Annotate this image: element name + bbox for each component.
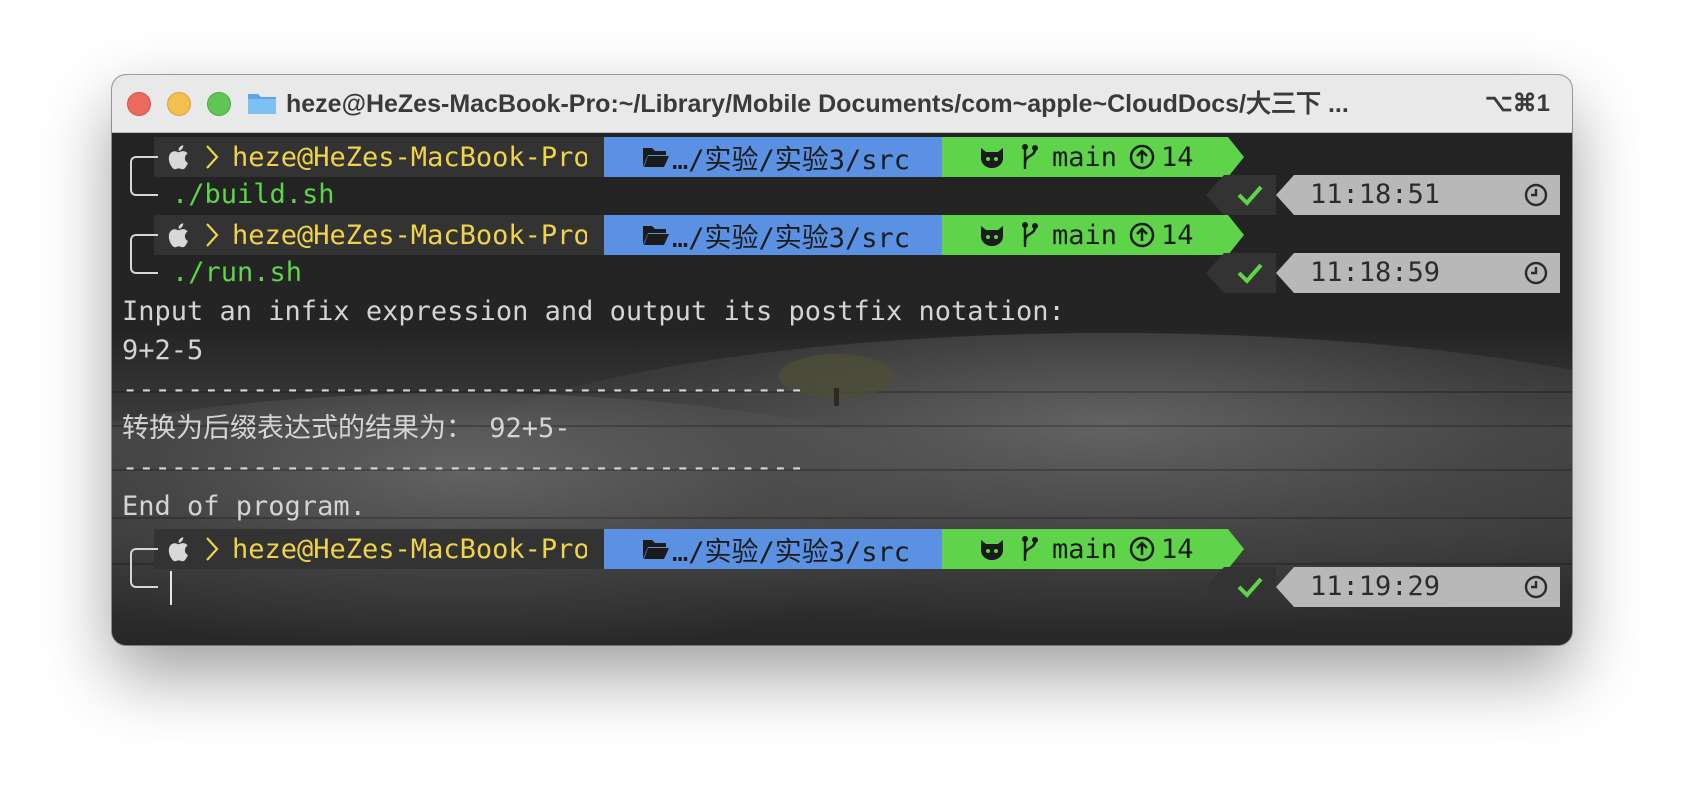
command-time: 11:18:59 xyxy=(1310,257,1441,288)
check-icon xyxy=(1237,185,1263,206)
apple-icon xyxy=(168,223,188,248)
separator-line: ----------------------------------------… xyxy=(122,452,805,483)
prompt-path: …/实验/实验3/src xyxy=(672,144,911,176)
segment-separator xyxy=(1276,175,1294,215)
prompt-branch: main xyxy=(1052,533,1118,565)
arrow-up-circle-icon xyxy=(1129,144,1155,170)
output-line: Input an infix expression and output its… xyxy=(122,296,1065,327)
prompt-corner xyxy=(130,156,158,196)
github-icon xyxy=(981,540,1003,560)
git-branch-icon xyxy=(1022,222,1038,247)
chevron-right-icon xyxy=(206,145,219,169)
prompt-ahead-count: 14 xyxy=(1161,141,1194,173)
git-segment: main 14 xyxy=(942,529,1228,569)
apple-icon xyxy=(168,145,188,170)
output-line: End of program. xyxy=(122,491,366,522)
arrow-up-circle-icon xyxy=(1129,536,1155,562)
arrow-up-circle-icon xyxy=(1129,222,1155,248)
host-segment: heze@HeZes-MacBook-Pro xyxy=(154,137,604,177)
command-text: ./run.sh xyxy=(172,257,303,288)
status-segment: 11:19:29 xyxy=(1206,567,1560,607)
path-segment: …/实验/实验3/src xyxy=(604,529,942,569)
close-button[interactable] xyxy=(127,92,151,116)
zoom-button[interactable] xyxy=(207,92,231,116)
clock-icon xyxy=(1524,575,1548,599)
folder-open-icon xyxy=(643,540,669,559)
segment-separator xyxy=(587,215,604,255)
prompt-path: …/实验/实验3/src xyxy=(672,536,911,568)
apple-icon xyxy=(168,537,188,562)
segment-separator xyxy=(1228,529,1244,569)
prompt-host: heze@HeZes-MacBook-Pro xyxy=(232,219,590,251)
clock-icon xyxy=(1524,261,1548,285)
chevron-right-icon xyxy=(206,537,219,561)
prompt-path: …/实验/实验3/src xyxy=(672,222,911,254)
clock-icon xyxy=(1524,183,1548,207)
folder-open-icon xyxy=(643,148,669,167)
terminal-window: heze@HeZes-MacBook-Pro:~/Library/Mobile … xyxy=(112,75,1572,645)
path-segment: …/实验/实验3/src xyxy=(604,215,942,255)
output-line: 9+2-5 xyxy=(122,335,204,366)
folder-icon xyxy=(248,94,276,114)
prompt-host: heze@HeZes-MacBook-Pro xyxy=(232,533,590,565)
github-icon xyxy=(981,148,1003,168)
segment-separator xyxy=(1228,137,1244,177)
minimize-button[interactable] xyxy=(167,92,191,116)
prompt-branch: main xyxy=(1052,141,1118,173)
separator-line: ----------------------------------------… xyxy=(122,374,805,405)
segment-separator xyxy=(1206,567,1224,607)
git-segment: main 14 xyxy=(942,215,1228,255)
text-cursor[interactable] xyxy=(170,571,172,605)
segment-separator xyxy=(1206,253,1224,293)
prompt-line: heze@HeZes-MacBook-Pro …/实验/实验3/src main… xyxy=(112,527,1572,569)
git-branch-icon xyxy=(1022,536,1038,561)
command-time: 11:19:29 xyxy=(1310,571,1441,602)
window-shortcut: ⌥⌘1 xyxy=(1484,90,1550,117)
status-segment: 11:18:51 xyxy=(1206,175,1560,215)
segment-separator xyxy=(1276,253,1294,293)
segment-separator xyxy=(1276,567,1294,607)
prompt-corner xyxy=(130,234,158,274)
host-segment: heze@HeZes-MacBook-Pro xyxy=(154,215,604,255)
prompt-ahead-count: 14 xyxy=(1161,533,1194,565)
command-time: 11:18:51 xyxy=(1310,179,1441,210)
prompt-ahead-count: 14 xyxy=(1161,219,1194,251)
path-segment: …/实验/实验3/src xyxy=(604,137,942,177)
prompt-corner xyxy=(130,548,158,588)
chevron-right-icon xyxy=(206,223,219,247)
segment-separator xyxy=(1228,215,1244,255)
segment-separator xyxy=(587,137,604,177)
git-branch-icon xyxy=(1022,144,1038,169)
segment-separator xyxy=(1206,175,1224,215)
terminal-content[interactable]: heze@HeZes-MacBook-Pro …/实验/实验3/src main… xyxy=(112,133,1572,645)
github-icon xyxy=(981,226,1003,246)
host-segment: heze@HeZes-MacBook-Pro xyxy=(154,529,604,569)
prompt-branch: main xyxy=(1052,219,1118,251)
title-bar: heze@HeZes-MacBook-Pro:~/Library/Mobile … xyxy=(112,75,1572,133)
git-segment: main 14 xyxy=(942,137,1228,177)
segment-separator xyxy=(587,529,604,569)
status-segment: 11:18:59 xyxy=(1206,253,1560,293)
command-text: ./build.sh xyxy=(172,179,335,210)
check-icon xyxy=(1237,263,1263,284)
window-title: heze@HeZes-MacBook-Pro:~/Library/Mobile … xyxy=(286,90,1349,118)
prompt-line: heze@HeZes-MacBook-Pro …/实验/实验3/src main… xyxy=(112,213,1572,255)
output-line: 转换为后缀表达式的结果为： 92+5- xyxy=(122,413,571,444)
check-icon xyxy=(1237,577,1263,598)
prompt-line: heze@HeZes-MacBook-Pro …/实验/实验3/src main… xyxy=(112,135,1572,177)
folder-open-icon xyxy=(643,226,669,245)
prompt-host: heze@HeZes-MacBook-Pro xyxy=(232,141,590,173)
